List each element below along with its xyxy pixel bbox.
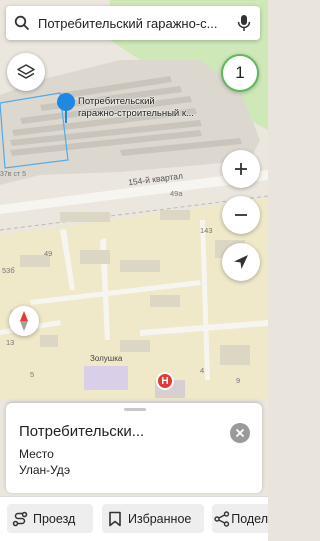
house-label: 49а (170, 189, 183, 198)
place-card[interactable]: Потребительски... Место Улан-Удэ (6, 403, 262, 493)
house-label: 13 (6, 338, 15, 347)
compass-icon (20, 311, 28, 331)
hospital-icon[interactable]: H (156, 372, 174, 390)
house-label: 143 (200, 226, 213, 235)
poi-label-line2: гаражно-строительный к... (78, 108, 194, 119)
place-label: Золушка (90, 354, 123, 363)
plus-icon (235, 163, 247, 175)
share-label: Подел (231, 511, 268, 526)
house-label: 5 (30, 370, 35, 379)
navigation-arrow-icon (234, 255, 248, 269)
drag-handle[interactable] (124, 408, 146, 411)
house-label: 53б (2, 266, 15, 275)
counter-badge[interactable]: 1 (221, 54, 259, 92)
share-button[interactable]: Подел (212, 504, 268, 533)
favorite-label: Избранное (128, 511, 192, 526)
house-label: 4 (200, 366, 205, 375)
house-label: 49 (44, 249, 53, 258)
close-icon (235, 428, 245, 438)
search-icon (6, 6, 38, 40)
route-label: Проезд (33, 511, 76, 526)
my-location-button[interactable] (222, 243, 260, 281)
place-title: Потребительски... (19, 423, 145, 440)
route-icon (7, 511, 33, 527)
microphone-icon[interactable] (228, 6, 260, 40)
poi-label: Потребительский гаражно-строительный к..… (78, 96, 194, 120)
search-bar[interactable]: Потребительский гаражно-с... (6, 6, 260, 40)
zoom-out-button[interactable] (222, 196, 260, 234)
layers-icon (17, 64, 35, 79)
bottom-action-bar: Проезд Избранное Подел (0, 496, 268, 541)
place-city: Улан-Удэ (19, 463, 71, 477)
favorite-button[interactable]: Избранное (102, 504, 204, 533)
house-label: 37в ст 5 (0, 171, 26, 178)
close-button[interactable] (230, 423, 250, 443)
search-input[interactable]: Потребительский гаражно-с... (38, 16, 228, 31)
route-button[interactable]: Проезд (7, 504, 93, 533)
share-icon (212, 510, 231, 527)
location-pin-icon[interactable] (56, 92, 76, 129)
zoom-in-button[interactable] (222, 150, 260, 188)
layers-button[interactable] (7, 53, 45, 91)
compass-button[interactable] (9, 306, 39, 336)
minus-icon (235, 214, 247, 216)
place-type: Место (19, 447, 54, 461)
poi-label-line1: Потребительский (78, 96, 155, 107)
house-label: 9 (236, 376, 241, 385)
bookmark-icon (102, 511, 128, 527)
